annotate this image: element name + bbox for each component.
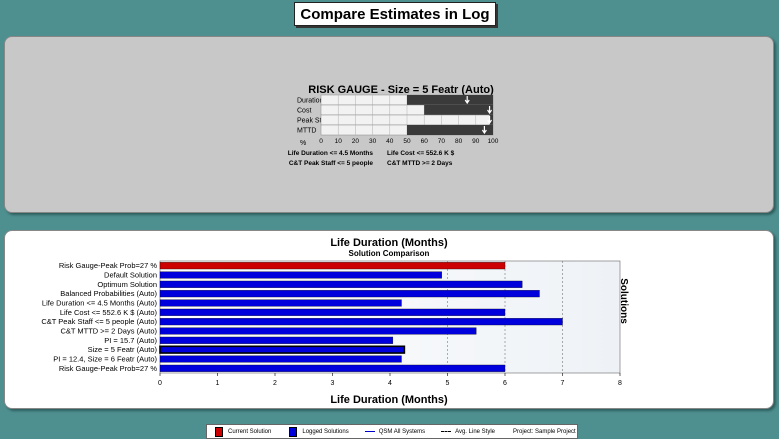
chart-category-label: Optimum Solution — [97, 280, 157, 289]
gauge-risk-fill — [424, 105, 493, 115]
duration-comparison-panel: Life Duration (Months) Solution Comparis… — [4, 230, 774, 409]
gauge-tick-label: 70 — [438, 138, 446, 145]
legend-label-logged: Logged Solutions — [302, 428, 349, 435]
chart-category-label: Risk Gauge-Peak Prob=27 % — [59, 364, 158, 373]
gauge-tick-label: 90 — [472, 138, 480, 145]
legend-item-qsm: QSM All Systems — [364, 428, 426, 435]
chart-bar[interactable] — [159, 364, 506, 372]
legend-label-avg: Avg. Line Style — [455, 428, 495, 435]
chart-tick-label: 1 — [216, 380, 220, 387]
legend-item-project: Project: Sample Project — [513, 429, 576, 435]
gauge-constraint-1: Life Duration <= 4.5 Months — [288, 150, 374, 157]
legend-item-current: Current Solution — [215, 426, 272, 437]
gauge-title: RISK GAUGE - Size = 5 Featr (Auto) — [308, 84, 494, 96]
legend-label-qsm: QSM All Systems — [378, 428, 426, 435]
gauge-row-label: Duration — [297, 98, 324, 105]
gauge-constraint-2: Life Cost <= 552.6 K $ — [387, 150, 455, 157]
chart-bar[interactable] — [159, 299, 402, 307]
chart-category-label: Size = 5 Featr (Auto) — [88, 345, 158, 354]
chart-tick-label: 7 — [561, 380, 565, 387]
chart-tick-label: 4 — [388, 380, 392, 387]
qsm-line-icon — [364, 431, 375, 432]
chart-tick-label: 0 — [158, 380, 162, 387]
chart-category-label: PI = 15.7 (Auto) — [104, 336, 157, 345]
gauge-risk-fill — [407, 125, 493, 135]
chart-bar[interactable] — [159, 318, 563, 326]
legend-item-logged: Logged Solutions — [289, 426, 349, 437]
chart-tick-label: 2 — [273, 380, 277, 387]
chart-bar[interactable] — [159, 336, 394, 344]
current-solution-swatch — [215, 426, 223, 437]
chart-category-label: C&T MTTD >= 2 Days (Auto) — [60, 327, 157, 336]
chart-category-label: C&T Peak Staff <= 5 people (Auto) — [41, 317, 157, 326]
gauge-constraint-4: C&T MTTD >= 2 Days — [387, 160, 453, 167]
chart-bar[interactable] — [159, 290, 540, 298]
chart-category-label: Life Cost <= 552.6 K $ (Auto) — [60, 308, 158, 317]
gauge-tick-label: 50 — [403, 138, 411, 145]
avg-line-icon — [441, 431, 452, 432]
chart-tick-label: 6 — [503, 380, 507, 387]
chart-category-label: Risk Gauge-Peak Prob=27 % — [59, 261, 158, 270]
legend-item-avg: Avg. Line Style — [441, 429, 495, 435]
gauge-tick-label: 20 — [352, 138, 360, 145]
gauge-axis-label: % — [300, 140, 306, 147]
chart-bar[interactable] — [159, 327, 477, 335]
chart-bar-selected[interactable] — [159, 345, 406, 354]
chart-bar[interactable] — [159, 271, 442, 279]
gauge-row-label: Cost — [297, 108, 311, 115]
risk-gauge: RISK GAUGE - Size = 5 Featr (Auto) Durat… — [288, 84, 499, 167]
chart-tick-label: 5 — [446, 380, 450, 387]
gauge-tick-label: 40 — [386, 138, 394, 145]
duration-bar-chart: Life Duration (Months) Solution Comparis… — [41, 237, 629, 406]
legend-label-current: Current Solution — [228, 428, 272, 435]
chart-tick-label: 3 — [331, 380, 335, 387]
chart-bar[interactable] — [159, 355, 402, 363]
legend-label-project: Project: Sample Project — [513, 428, 576, 435]
gauge-tick-label: 30 — [369, 138, 377, 145]
chart-category-label: Life Duration <= 4.5 Months (Auto) — [42, 299, 158, 308]
gauge-constraint-3: C&T Peak Staff <= 5 people — [289, 160, 374, 167]
chart-subtitle: Solution Comparison — [349, 249, 430, 258]
logged-solutions-swatch — [289, 426, 298, 437]
gauge-tick-label: 80 — [455, 138, 463, 145]
gauge-tick-label: 60 — [421, 138, 429, 145]
chart-category-label: PI = 12.4, Size = 6 Featr (Auto) — [53, 355, 157, 364]
risk-gauge-panel: RISK GAUGE - Size = 5 Featr (Auto) Durat… — [4, 36, 774, 213]
gauge-tick-label: 100 — [488, 138, 499, 145]
gauge-risk-fill — [407, 95, 493, 105]
gauge-tick-label: 10 — [335, 138, 343, 145]
chart-xlabel: Life Duration (Months) — [330, 394, 448, 406]
chart-category-label: Default Solution — [104, 271, 157, 280]
chart-category-label: Balanced Probabilities (Auto) — [60, 289, 157, 298]
chart-bar[interactable] — [159, 308, 506, 316]
gauge-tick-label: 0 — [319, 138, 323, 145]
window-title: Compare Estimates in Log — [294, 2, 496, 26]
chart-bar[interactable] — [159, 262, 506, 270]
chart-bar[interactable] — [159, 280, 523, 288]
gauge-row-label: MTTD — [297, 128, 316, 135]
chart-tick-label: 8 — [618, 380, 622, 387]
chart-title: Life Duration (Months) — [330, 237, 448, 249]
